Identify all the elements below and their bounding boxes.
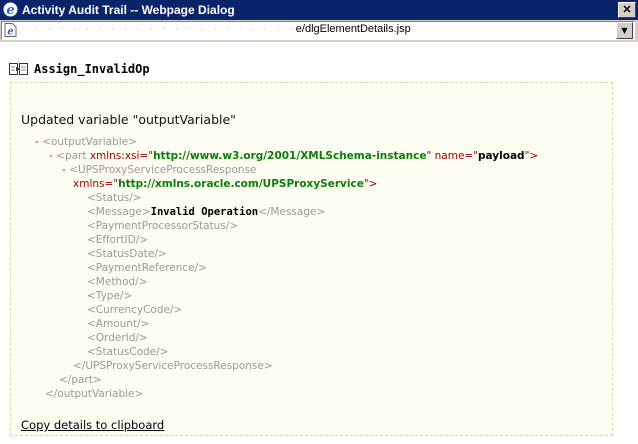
assign-activity-icon xyxy=(9,63,28,75)
xml-line-amount: <Amount/> xyxy=(87,318,150,330)
svg-text:e: e xyxy=(6,3,14,17)
xml-line-effort-id: <EffortID/> xyxy=(87,234,149,246)
xml-line-method: <Method/> xyxy=(87,276,148,288)
xml-line-response-ns: xmlns="http://xmlns.oracle.com/UPSProxyS… xyxy=(73,178,378,190)
xml-line-part: - <part xmlns:xsi="http://www.w3.org/200… xyxy=(49,150,539,162)
xml-line-payment-processor-status: <PaymentProcessorStatus/> xyxy=(87,220,239,232)
xml-line-output-variable: - <outputVariable> xyxy=(35,136,137,148)
activity-description: Updated variable "outputVariable" xyxy=(21,112,236,127)
address-url-obscured: · · · · · · · · · · · · · · · · · · · · … xyxy=(22,23,296,35)
xml-line-order-id: <OrderId/> xyxy=(87,332,148,344)
xml-line-status-code: <StatusCode/> xyxy=(87,346,169,358)
copy-to-clipboard-link[interactable]: Copy details to clipboard xyxy=(21,418,164,432)
address-bar: e · · · · · · · · · · · · · · · · · · · … xyxy=(0,20,638,42)
address-field[interactable]: e · · · · · · · · · · · · · · · · · · · … xyxy=(1,21,635,40)
collapse-toggle[interactable]: - xyxy=(62,164,66,176)
xml-line-status: <Status/> xyxy=(87,192,142,204)
collapse-toggle[interactable]: - xyxy=(49,150,53,162)
xml-line-output-variable-close: </outputVariable> xyxy=(45,388,144,400)
xml-line-status-date: <StatusDate/> xyxy=(87,248,167,260)
page-icon: e xyxy=(4,23,17,37)
xml-line-response-open: - <UPSProxyServiceProcessResponse xyxy=(62,164,257,176)
activity-name: Assign_InvalidOp xyxy=(34,62,150,76)
close-button[interactable]: ✕ xyxy=(618,2,636,18)
xml-line-type: <Type/> xyxy=(87,290,133,302)
xml-line-part-close: </part> xyxy=(59,374,102,386)
address-url-visible: e/dlgElementDetails.jsp xyxy=(295,23,411,35)
xml-line-response-close: </UPSProxyServiceProcessResponse> xyxy=(73,360,273,372)
address-url: · · · · · · · · · · · · · · · · · · · · … xyxy=(22,23,411,35)
xml-line-currency-code: <CurrencyCode/> xyxy=(87,304,183,316)
chevron-down-icon[interactable]: ▼ xyxy=(616,22,633,39)
xml-line-message: <Message>Invalid Operation</Message> xyxy=(87,206,326,218)
xml-line-payment-reference: <PaymentReference/> xyxy=(87,262,207,274)
dialog-title: Activity Audit Trail -- Webpage Dialog xyxy=(22,3,235,17)
details-panel: Updated variable "outputVariable" - <out… xyxy=(10,82,613,436)
dialog-title-bar: e Activity Audit Trail -- Webpage Dialog… xyxy=(0,0,638,20)
svg-text:e: e xyxy=(7,27,13,38)
internet-explorer-icon: e xyxy=(3,2,18,17)
collapse-toggle[interactable]: - xyxy=(35,136,39,148)
